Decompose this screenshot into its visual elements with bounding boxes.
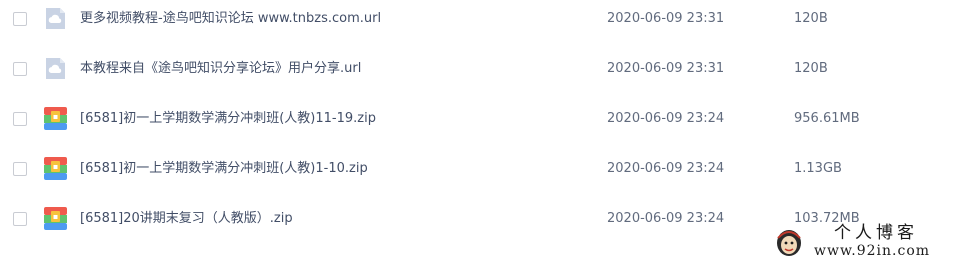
file-row[interactable]: [6581]初一上学期数学满分冲刺班(人教)1-10.zip 2020-06-0… — [0, 144, 966, 194]
file-date: 2020-06-09 23:31 — [607, 61, 725, 76]
file-date: 2020-06-09 23:24 — [607, 161, 725, 176]
watermark: 个人博客 www.92in.com — [770, 223, 960, 261]
mascot-icon — [774, 226, 804, 258]
url-file-icon — [43, 56, 68, 81]
file-size: 120B — [794, 61, 828, 76]
file-size: 1.13GB — [794, 161, 842, 176]
file-name[interactable]: [6581]初一上学期数学满分冲刺班(人教)1-10.zip — [80, 160, 368, 178]
watermark-url: www.92in.com — [814, 243, 931, 259]
watermark-title: 个人博客 — [834, 223, 918, 243]
zip-archive-icon — [43, 106, 68, 131]
file-name[interactable]: 更多视频教程-途鸟吧知识论坛 www.tnbzs.com.url — [80, 10, 381, 28]
row-checkbox[interactable] — [13, 112, 27, 126]
row-checkbox[interactable] — [13, 62, 27, 76]
row-checkbox[interactable] — [13, 162, 27, 176]
file-date: 2020-06-09 23:24 — [607, 211, 725, 226]
file-name[interactable]: 本教程来自《途鸟吧知识分享论坛》用户分享.url — [80, 60, 361, 78]
row-checkbox[interactable] — [13, 12, 27, 26]
file-date: 2020-06-09 23:24 — [607, 111, 725, 126]
url-file-icon — [43, 6, 68, 31]
zip-archive-icon — [43, 206, 68, 231]
file-size: 120B — [794, 11, 828, 26]
file-row[interactable]: 更多视频教程-途鸟吧知识论坛 www.tnbzs.com.url 2020-06… — [0, 0, 966, 44]
row-checkbox[interactable] — [13, 212, 27, 226]
file-size: 956.61MB — [794, 111, 860, 126]
file-name[interactable]: [6581]20讲期末复习（人教版）.zip — [80, 210, 293, 228]
file-row[interactable]: 本教程来自《途鸟吧知识分享论坛》用户分享.url 2020-06-09 23:3… — [0, 44, 966, 94]
file-name[interactable]: [6581]初一上学期数学满分冲刺班(人教)11-19.zip — [80, 110, 376, 128]
zip-archive-icon — [43, 156, 68, 181]
file-date: 2020-06-09 23:31 — [607, 11, 725, 26]
file-row[interactable]: [6581]初一上学期数学满分冲刺班(人教)11-19.zip 2020-06-… — [0, 94, 966, 144]
